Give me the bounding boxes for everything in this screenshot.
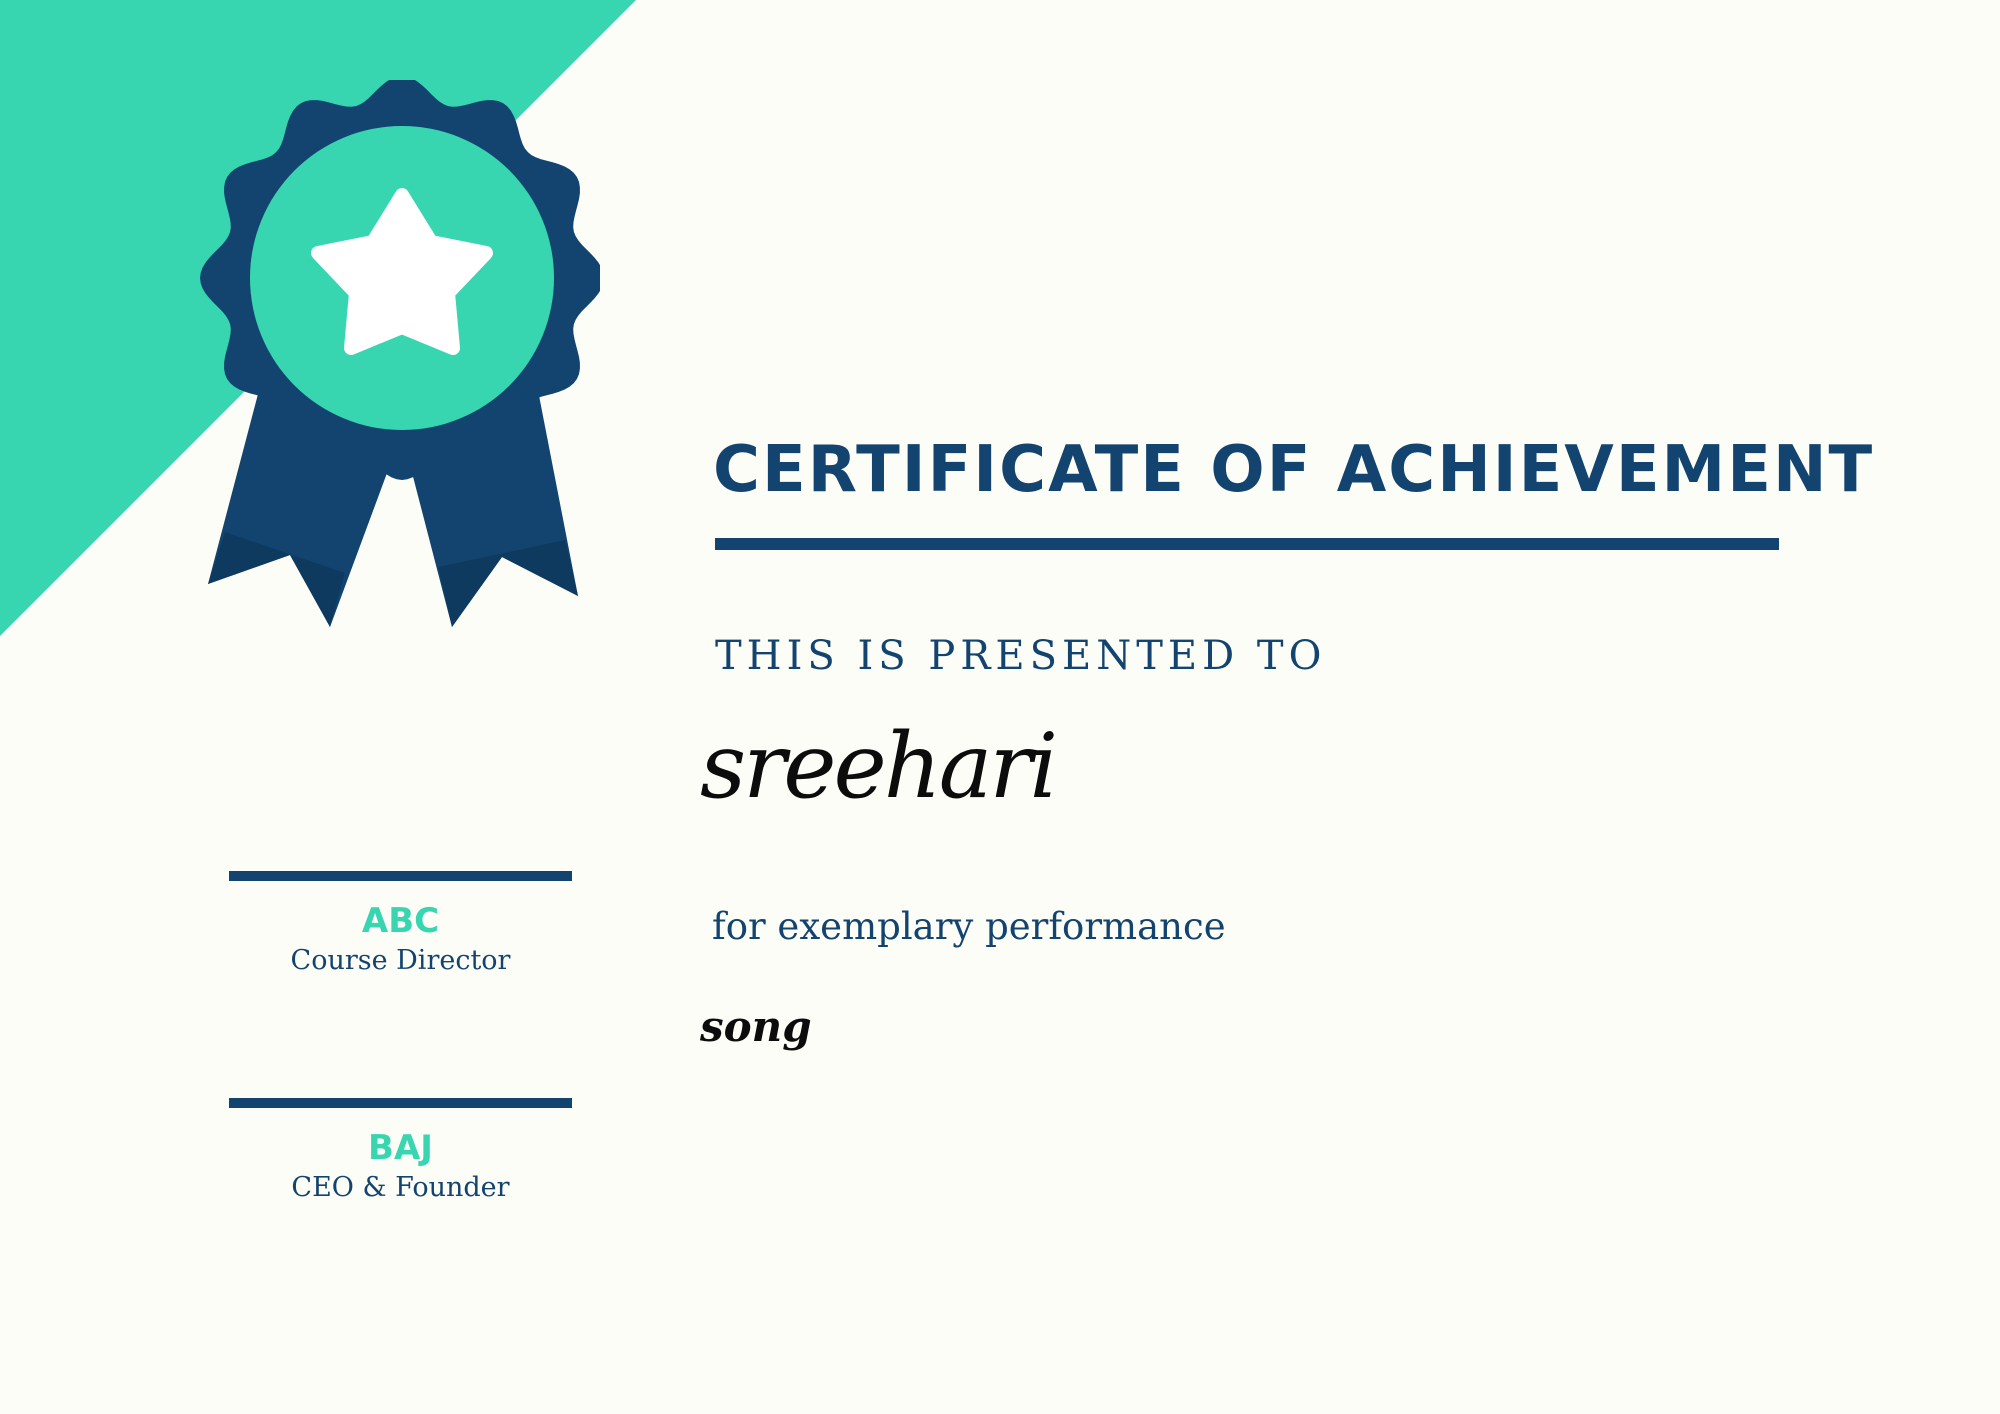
certificate-title: CERTIFICATE OF ACHIEVEMENT (713, 433, 1875, 507)
signatory-name: BAJ (368, 1128, 433, 1168)
signature-block-course-director: ABC Course Director (229, 871, 572, 979)
certificate: CERTIFICATE OF ACHIEVEMENT THIS IS PRESE… (0, 0, 2000, 1414)
award-ribbon-icon (200, 80, 600, 627)
achievement-reason: for exemplary performance (712, 905, 1226, 948)
title-underline (715, 538, 1779, 550)
signature-line (229, 871, 572, 881)
signatory-role: Course Director (290, 945, 511, 976)
signatory-role: CEO & Founder (291, 1172, 510, 1203)
recipient-name: sreehari (700, 714, 1058, 819)
presented-to-label: THIS IS PRESENTED TO (715, 633, 1327, 679)
signature-line (229, 1098, 572, 1108)
signatory-name: ABC (361, 901, 440, 941)
signature-block-ceo: BAJ CEO & Founder (229, 1098, 572, 1206)
achievement-detail: song (700, 1002, 812, 1051)
